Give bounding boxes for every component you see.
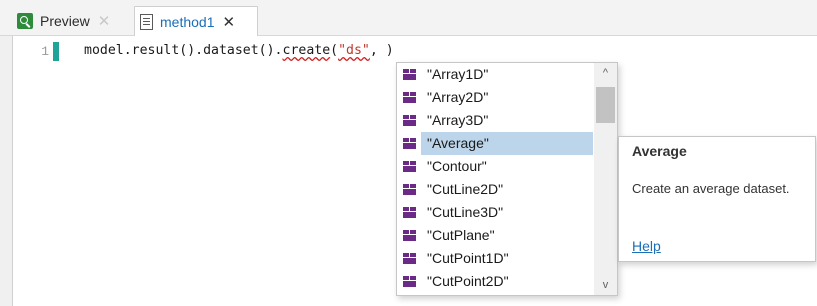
dataset-icon <box>403 184 417 195</box>
scroll-up-icon[interactable]: ^ <box>594 63 617 83</box>
tab-preview[interactable]: Preview ✕ <box>12 6 122 36</box>
dataset-icon <box>403 230 417 241</box>
autocomplete-item-label: "Array3D" <box>427 112 489 128</box>
method-icon <box>140 13 153 30</box>
dataset-icon <box>403 115 417 126</box>
change-marker <box>53 42 59 61</box>
autocomplete-item[interactable]: "CutPlane" <box>397 224 594 247</box>
scrollbar-thumb[interactable] <box>596 87 615 123</box>
code-string-arg: "ds" <box>338 43 370 58</box>
code-prefix: model.result().dataset(). <box>84 43 283 58</box>
dataset-icon <box>403 69 417 80</box>
autocomplete-item-label: "Contour" <box>427 158 487 174</box>
autocomplete-item-label: "Array1D" <box>427 66 489 82</box>
autocomplete-item-label: "Average" <box>421 132 593 155</box>
code-method-name: create <box>282 43 331 58</box>
autocomplete-item-label: "CutLine2D" <box>427 181 504 197</box>
dataset-icon <box>403 161 417 172</box>
dataset-icon <box>403 276 417 287</box>
autocomplete-popup: "Array1D" "Array2D" "Array3D" "Average" … <box>396 62 618 296</box>
code-open-paren: ( <box>330 43 339 58</box>
autocomplete-item[interactable]: "CutLine3D" <box>397 201 594 224</box>
autocomplete-item[interactable]: "CutPoint1D" <box>397 247 594 270</box>
tab-method1-label: method1 <box>160 13 215 30</box>
autocomplete-item-label: "CutLine3D" <box>427 204 504 220</box>
line-gutter <box>13 36 39 306</box>
code-line[interactable]: model.result().dataset().create("ds", ) <box>84 43 394 58</box>
autocomplete-item-label: "CutPlane" <box>427 227 495 243</box>
tab-preview-label: Preview <box>40 13 90 29</box>
preview-icon <box>17 13 33 29</box>
line-number: 1 <box>41 44 49 59</box>
documentation-tooltip: Average Create an average dataset. Help <box>618 136 816 262</box>
autocomplete-item-label: "CutPoint1D" <box>427 250 509 266</box>
close-icon[interactable]: ✕ <box>222 13 235 31</box>
autocomplete-item[interactable]: "Contour" <box>397 155 594 178</box>
tooltip-description: Create an average dataset. <box>632 181 790 196</box>
tab-method1[interactable]: method1 ✕ <box>134 6 258 36</box>
autocomplete-item[interactable]: "Array3D" <box>397 109 594 132</box>
tooltip-title: Average <box>632 143 687 159</box>
autocomplete-item-label: "CutPoint2D" <box>427 273 509 289</box>
autocomplete-scrollbar[interactable]: ^ v <box>594 63 617 295</box>
dataset-icon <box>403 207 417 218</box>
autocomplete-item-selected[interactable]: "Average" <box>397 132 594 155</box>
autocomplete-item[interactable]: "CutLine2D" <box>397 178 594 201</box>
autocomplete-item[interactable]: "CutPoint2D" <box>397 270 594 293</box>
dataset-icon <box>403 138 417 149</box>
code-suffix: , ) <box>369 43 394 58</box>
autocomplete-item-label: "Array2D" <box>427 89 489 105</box>
scroll-down-icon[interactable]: v <box>594 275 617 295</box>
autocomplete-item[interactable]: "Array2D" <box>397 86 594 109</box>
close-icon[interactable]: ✕ <box>98 12 111 30</box>
help-link[interactable]: Help <box>632 238 661 254</box>
dataset-icon <box>403 253 417 264</box>
autocomplete-item[interactable]: "Array1D" <box>397 63 594 86</box>
dataset-icon <box>403 92 417 103</box>
editor-tab-bar: Preview ✕ method1 ✕ <box>0 0 817 36</box>
